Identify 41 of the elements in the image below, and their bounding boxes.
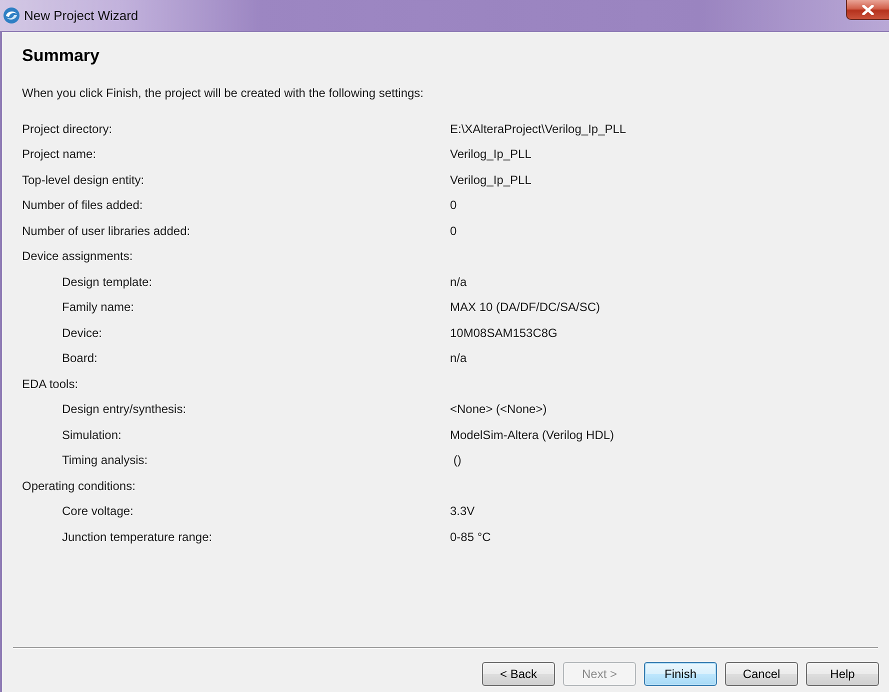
setting-value: 0 [450,222,457,240]
close-icon [862,4,874,14]
group-label: EDA tools: [22,376,78,391]
setting-value: n/a [450,350,467,368]
dialog-button[interactable]: Cancel [725,662,798,686]
setting-value: ModelSim-Altera (Verilog HDL) [450,426,614,444]
setting-value: () [452,452,462,470]
setting-value: Verilog_Ip_PLL [450,172,532,189]
setting-label: Family name: [62,300,134,314]
window-title: New Project Wizard [24,6,138,25]
setting-label: Timing analysis: [62,453,148,468]
page-heading: Summary [22,45,100,67]
setting-label: Core voltage: [62,504,134,518]
setting-label: Board: [62,351,98,366]
setting-label: Design template: [62,274,152,289]
setting-value: E:\XAlteraProject\Verilog_Ip_PLL [450,120,626,138]
setting-value: <None> (<None>) [450,401,547,418]
close-button[interactable] [846,0,889,20]
setting-label: Number of files added: [22,198,143,212]
setting-value: 0-85 °C [450,528,491,546]
dialog-button[interactable]: Finish [644,662,717,686]
group-label: Device assignments: [22,249,133,264]
setting-label: Project name: [22,147,96,162]
setting-label: Top-level design entity: [22,172,144,187]
setting-value: 3.3V [450,503,475,520]
setting-label: Project directory: [22,122,112,136]
setting-value: 10M08SAM153C8G [450,324,558,342]
setting-label: Device: [62,326,102,340]
page-description: When you click Finish, the project will be created with the following settings: [22,85,424,102]
setting-label: Junction temperature range: [62,530,212,544]
dialog-button[interactable]: < Back [482,662,555,686]
setting-value: n/a [450,274,467,291]
group-label: Operating conditions: [22,478,136,493]
setting-value: MAX 10 (DA/DF/DC/SA/SC) [450,299,600,316]
setting-label: Number of user libraries added: [22,224,190,238]
dialog-button[interactable]: Help [806,662,879,686]
setting-label: Simulation: [62,428,122,442]
app-icon [3,7,20,24]
setting-label: Design entry/synthesis: [62,402,186,416]
setting-value: 0 [450,197,457,214]
setting-value: Verilog_Ip_PLL [450,146,532,164]
